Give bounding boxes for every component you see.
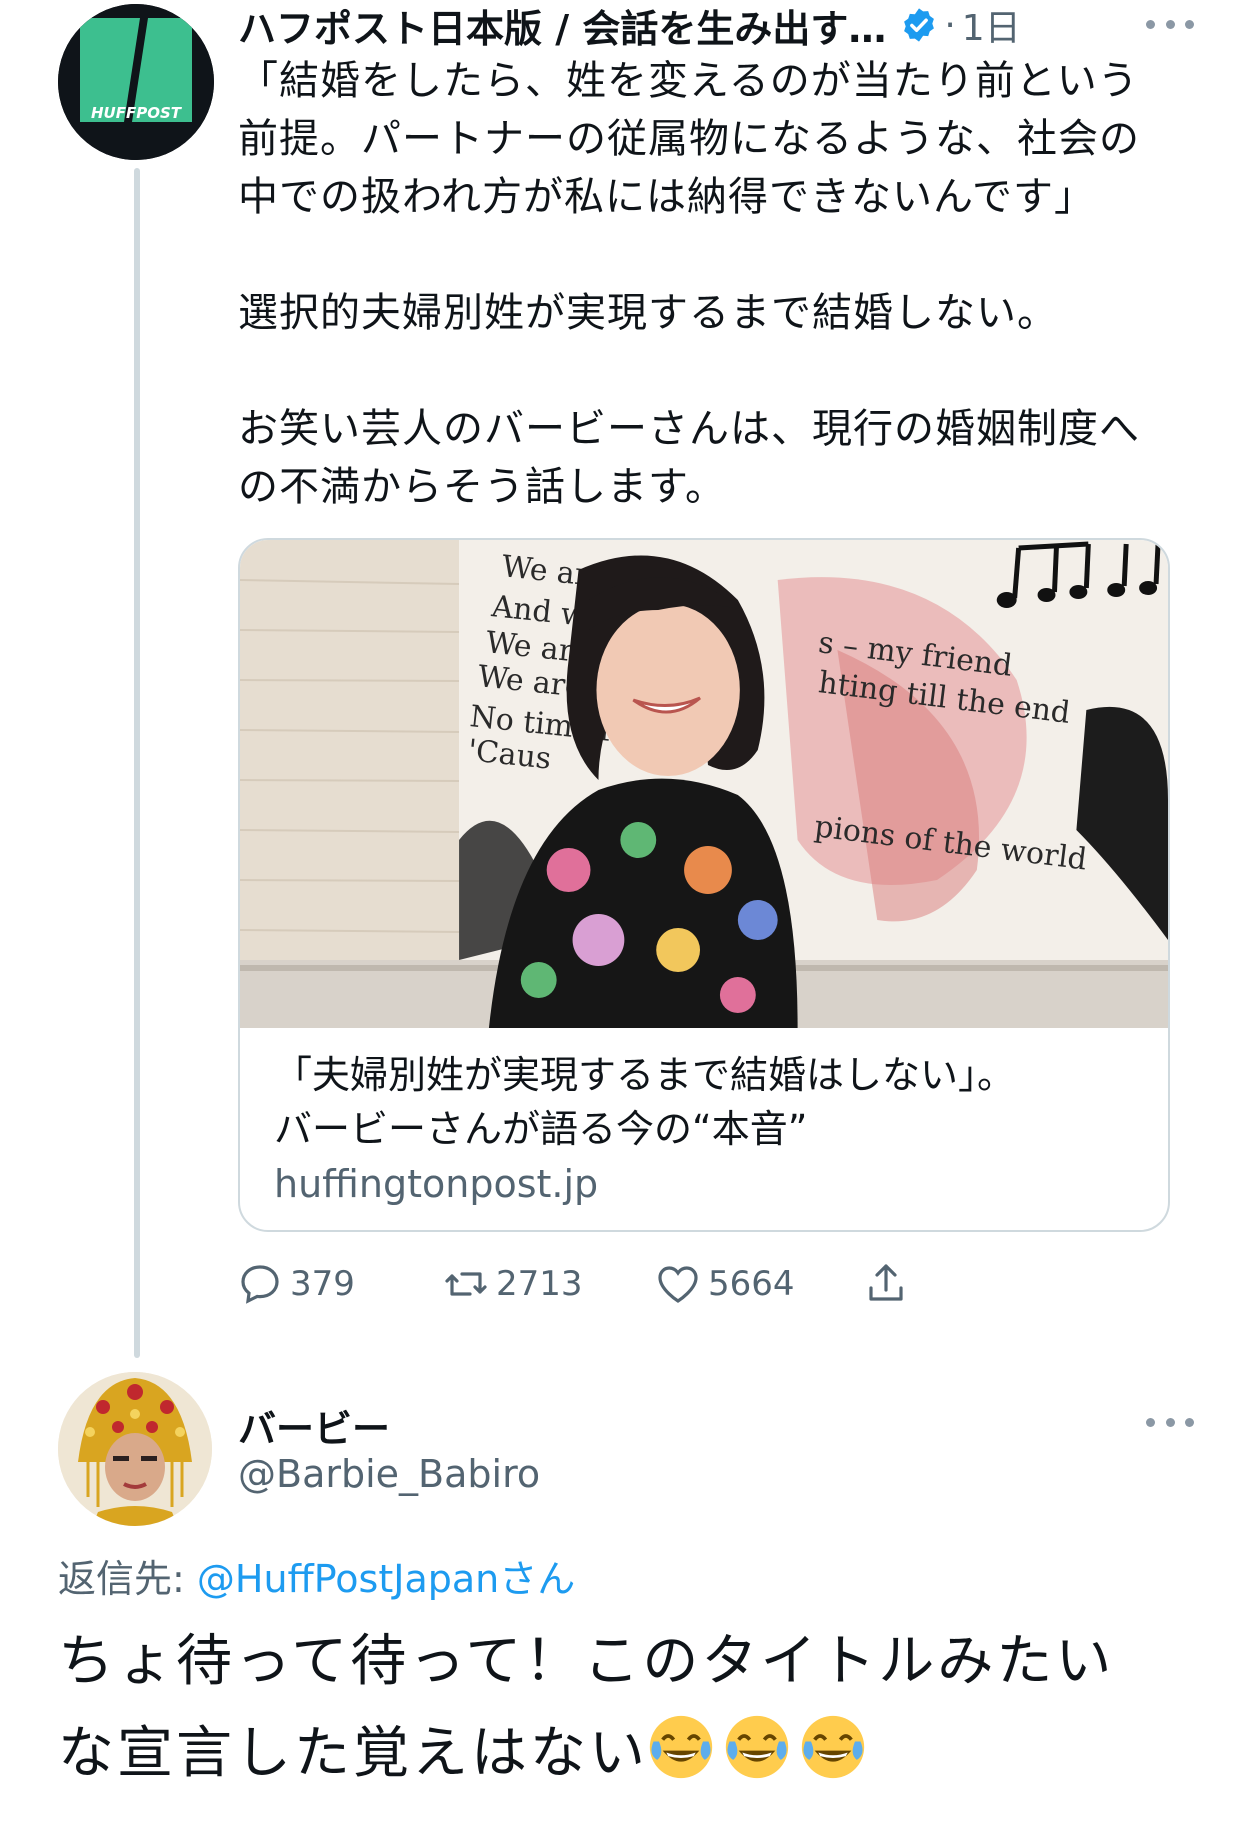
retweet-icon [445, 1272, 487, 1296]
reply-icon [241, 1265, 279, 1304]
separator-dot: · [944, 4, 956, 46]
tweet2-author-handle[interactable]: @Barbie_Babiro [238, 1452, 540, 1496]
tears-of-joy-emoji-icon [725, 1715, 789, 1779]
tweet1-text-line: の不満からそう話します。 [238, 464, 726, 510]
tweet2-author-name[interactable]: バービー [238, 1398, 390, 1453]
tweet1-text-line: 「結婚をしたら、姓を変えるのが当たり前という [238, 58, 1139, 104]
link-card-title-line1: 「夫婦別姓が実現するまで結婚はしない」。 [274, 1053, 1016, 1097]
link-card-title-line2: バービーさんが語る今の“本音” [274, 1107, 808, 1151]
heart-icon [658, 1266, 698, 1303]
tweet2-text-line2: な宣言した覚えはない [58, 1721, 648, 1786]
tweet1-header: ハフポスト日本版 / 会話を生み出す… · 1日 [238, 0, 1182, 53]
share-icon [869, 1264, 903, 1301]
verified-badge-icon [904, 8, 935, 42]
tweet1-text-line: 前提。パートナーの従属物になるような、社会の [238, 116, 1140, 162]
tweet2-text-line1: ちょ待って待って！このタイトルみたい [58, 1629, 1115, 1694]
replying-to-label: 返信先: [58, 1557, 197, 1601]
link-preview-card[interactable]: We are t And we We are We are No time fo… [238, 538, 1170, 1232]
tears-of-joy-emoji-icon [801, 1715, 865, 1779]
tweet1-text-line: お笑い芸人のバービーさんは、現行の婚姻制度へ [238, 406, 1140, 452]
retweet-count: 2713 [496, 1264, 583, 1304]
tweet1-text-line: 選択的夫婦別姓が実現するまで結婚しない。 [238, 290, 1058, 336]
tears-of-joy-emoji-icon [649, 1715, 713, 1779]
replying-to-mention-link[interactable]: @HuffPostJapanさん [197, 1557, 575, 1601]
link-preview-image: We are t And we We are We are No time fo… [240, 540, 1168, 1028]
barbie-avatar[interactable] [58, 1372, 212, 1526]
huffpost-avatar[interactable]: HUFFPOST [58, 4, 214, 160]
tweet2-more-icon[interactable] [1146, 1412, 1194, 1432]
tweet1-more-icon[interactable] [1146, 14, 1194, 34]
like-button[interactable]: 5664 [654, 1254, 795, 1314]
tweet2-text: ちょ待って待って！このタイトルみたい な宣言した覚えはない [58, 1616, 1208, 1800]
huffpost-logo-text: HUFFPOST [91, 104, 183, 122]
tweet1-action-bar: 379 2713 5664 [236, 1254, 1036, 1314]
tweet1-timestamp[interactable]: 1日 [962, 0, 1021, 51]
thread-connector-line [134, 168, 140, 1358]
share-button[interactable] [862, 1254, 910, 1314]
link-card-domain: huffingtonpost.jp [274, 1162, 599, 1206]
tweet1-text-line: 中での扱われ方が私には納得できないんです」 [238, 174, 1095, 220]
reply-button[interactable]: 379 [236, 1254, 355, 1314]
retweet-button[interactable]: 2713 [442, 1254, 583, 1314]
replying-to-line: 返信先: @HuffPostJapanさん [58, 1548, 575, 1603]
tweet1-text: 「結婚をしたら、姓を変えるのが当たり前という 前提。パートナーの従属物になるよう… [238, 52, 1188, 516]
tweet1-author-name[interactable]: ハフポスト日本版 / 会話を生み出す… [238, 0, 886, 53]
reply-count: 379 [290, 1264, 355, 1304]
like-count: 5664 [708, 1264, 795, 1304]
